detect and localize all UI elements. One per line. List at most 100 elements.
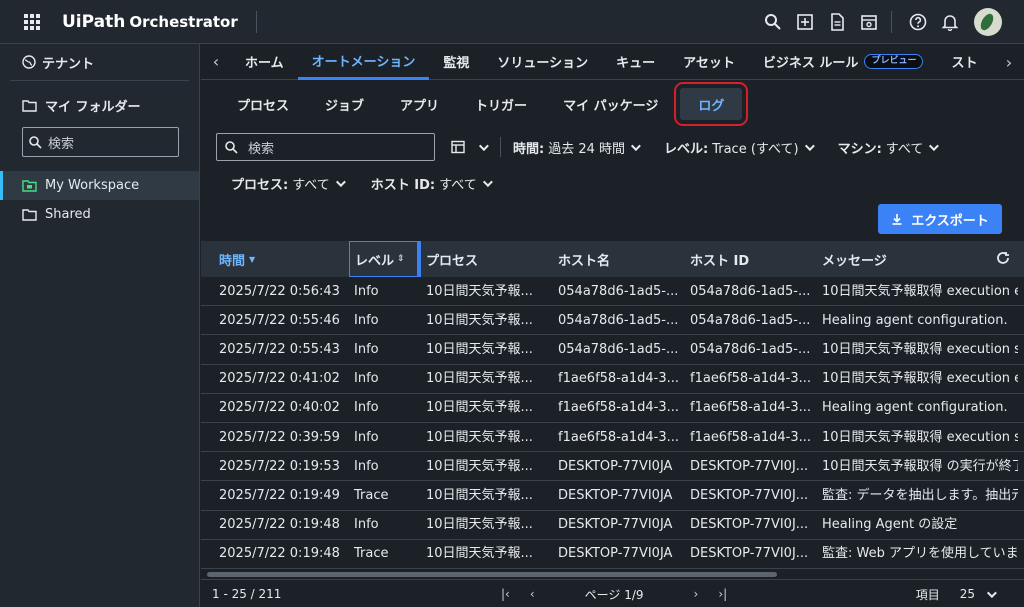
process-filter-value: すべて [292, 177, 330, 193]
cell-level: Info [354, 400, 379, 416]
brand-logo[interactable]: UiPath Orchestrator [62, 12, 238, 32]
table-footer: 1 - 25 / 211 |‹ ‹ ページ 1/9 › ›| 項目 25 [201, 579, 1024, 607]
log-search-input[interactable]: 検索 [216, 133, 435, 161]
table-row[interactable]: 2025/7/22 0:41:02 Info 10日間天気予報... f1ae6f58… [201, 365, 1024, 394]
logs-table: 時間 ▼ レベル ⇕ プロセス ホスト名 ホスト ID メッセージ 2025/7… [201, 241, 1024, 569]
apps-grid-icon[interactable] [24, 13, 40, 30]
table-row[interactable]: 2025/7/22 0:55:46 Info 10日間天気予報... 054a78d6… [201, 306, 1024, 336]
bell-icon[interactable] [936, 8, 964, 36]
table-row[interactable]: 2025/7/22 0:55:43 Info 10日間天気予報... 054a78d6… [201, 335, 1024, 365]
column-header-hostid[interactable]: ホスト ID [685, 241, 817, 277]
export-label: エクスポート [911, 213, 989, 229]
add-icon[interactable] [791, 8, 819, 36]
column-picker-button[interactable] [451, 140, 489, 154]
table-row[interactable]: 2025/7/22 0:40:02 Info 10日間天気予報... f1ae6f58… [201, 394, 1024, 423]
tab-monitoring[interactable]: 監視 [429, 44, 483, 80]
cell-host: DESKTOP-77VI0JA [558, 517, 673, 533]
tenant-label: テナント [42, 56, 95, 72]
filter-bar: 検索 時間: 過去 24 時間 レベル: Trace (すべて) マシン: すべ… [201, 128, 1024, 166]
time-filter[interactable]: 時間: 過去 24 時間 [513, 138, 641, 157]
table-row[interactable]: 2025/7/22 0:19:48 Info 10日間天気予報... DESKTOP-… [201, 511, 1024, 540]
export-button[interactable]: エクスポート [878, 204, 1002, 234]
cell-level: Info [354, 283, 379, 299]
cell-host: 054a78d6-1ad5-... [558, 312, 679, 328]
column-header-level[interactable]: レベル ⇕ [349, 241, 421, 277]
subtab-jobs[interactable]: ジョブ [307, 88, 382, 120]
tab-business-rules[interactable]: ビジネス ルール プレビュー [749, 44, 938, 80]
nav-left-arrow-icon[interactable]: ‹ [201, 44, 231, 80]
tab-home[interactable]: ホーム [231, 44, 298, 80]
cell-host: 054a78d6-1ad5-... [558, 341, 679, 357]
page-size-select[interactable]: 25 [960, 587, 975, 601]
cell-message: 監査: データを抽出します。抽出元 [822, 487, 1018, 503]
tab-automation[interactable]: オートメーション [297, 44, 430, 80]
hostid-filter[interactable]: ホスト ID: すべて [371, 174, 493, 193]
cell-host: DESKTOP-77VI0JA [558, 487, 673, 503]
table-row[interactable]: 2025/7/22 0:56:43 Info 10日間天気予報... 054a78d6… [201, 277, 1024, 307]
table-header: 時間 ▼ レベル ⇕ プロセス ホスト名 ホスト ID メッセージ [201, 241, 1024, 277]
table-row[interactable]: 2025/7/22 0:39:59 Info 10日間天気予報... f1ae6f58… [201, 423, 1024, 453]
folder-my-workspace[interactable]: My Workspace [0, 171, 199, 200]
tab-queues[interactable]: キュー [602, 44, 669, 80]
tab-solutions[interactable]: ソリューション [483, 44, 602, 80]
hostid-filter-value: すべて [439, 177, 477, 193]
level-filter-value: Trace (すべて) [712, 141, 799, 157]
time-filter-label: 時間: [513, 141, 545, 157]
folder-shared[interactable]: Shared [0, 200, 199, 229]
machine-filter[interactable]: マシン: すべて [838, 138, 940, 157]
subtab-processes[interactable]: プロセス [219, 88, 307, 120]
cell-message: 10日間天気予報取得 execution en [822, 283, 1018, 299]
chevron-down-icon[interactable] [986, 587, 997, 598]
help-icon[interactable] [904, 8, 932, 36]
workspace-folder-icon [22, 180, 37, 192]
column-header-process[interactable]: プロセス [421, 241, 553, 277]
column-header-message[interactable]: メッセージ [817, 241, 1024, 277]
subtab-triggers[interactable]: トリガー [457, 88, 545, 120]
tab-storage[interactable]: スト [937, 44, 983, 80]
folder-search-input[interactable]: 検索 [22, 127, 179, 157]
divider [891, 11, 892, 33]
cell-host: DESKTOP-77VI0JA [558, 458, 673, 474]
subtab-logs[interactable]: ログ [674, 82, 749, 126]
machine-filter-value: すべて [885, 141, 924, 157]
robot-icon[interactable] [855, 8, 883, 36]
subtab-my-packages[interactable]: マイ パッケージ [545, 88, 676, 120]
column-header-time[interactable]: 時間 ▼ [201, 241, 349, 277]
horizontal-scrollbar[interactable] [201, 571, 1024, 579]
table-row[interactable]: 2025/7/22 0:19:53 Info 10日間天気予報... DESKTOP-… [201, 452, 1024, 482]
result-range: 1 - 25 / 211 [212, 586, 282, 601]
table-row[interactable]: 2025/7/22 0:19:48 Trace 10日間天気予報... DESKTOP… [201, 540, 1024, 569]
table-row[interactable]: 2025/7/22 0:19:49 Trace 10日間天気予報... DESKTOP… [201, 481, 1024, 511]
next-page-icon[interactable]: › [694, 587, 699, 601]
cell-process: 10日間天気予報... [426, 283, 533, 299]
refresh-icon[interactable] [996, 251, 1010, 265]
my-folders-header[interactable]: マイ フォルダー [0, 85, 199, 125]
cell-hostid: f1ae6f58-a1d4-3... [690, 400, 812, 416]
cell-hostid: f1ae6f58-a1d4-3... [690, 429, 812, 445]
folder-icon [22, 99, 37, 112]
prev-page-icon[interactable]: ‹ [530, 587, 535, 601]
document-icon[interactable] [823, 8, 851, 36]
search-icon[interactable] [759, 8, 787, 36]
first-page-icon[interactable]: |‹ [501, 587, 510, 601]
brand-uipath: UiPath [62, 11, 126, 32]
last-page-icon[interactable]: ›| [718, 587, 727, 601]
cell-process: 10日間天気予報... [426, 458, 533, 474]
table-body: 2025/7/22 0:56:43 Info 10日間天気予報... 054a78d6… [201, 277, 1024, 569]
cell-process: 10日間天気予報... [426, 429, 533, 445]
cell-process: 10日間天気予報... [426, 487, 533, 503]
tenant-header[interactable]: テナント [0, 44, 199, 80]
process-filter[interactable]: プロセス: すべて [231, 174, 346, 193]
search-placeholder: 検索 [248, 141, 275, 157]
nav-right-arrow-icon[interactable]: › [994, 44, 1024, 80]
level-filter[interactable]: レベル: Trace (すべて) [664, 138, 815, 157]
avatar[interactable] [974, 8, 1002, 36]
tab-assets[interactable]: アセット [669, 44, 749, 80]
scrollbar-thumb[interactable] [207, 572, 777, 577]
columns-icon [451, 140, 465, 154]
column-header-host[interactable]: ホスト名 [553, 241, 685, 277]
column-label: レベル [355, 253, 395, 269]
subtab-apps[interactable]: アプリ [382, 88, 457, 120]
cell-host: 054a78d6-1ad5-... [558, 283, 679, 299]
cell-hostid: DESKTOP-77VI0J... [690, 517, 809, 533]
